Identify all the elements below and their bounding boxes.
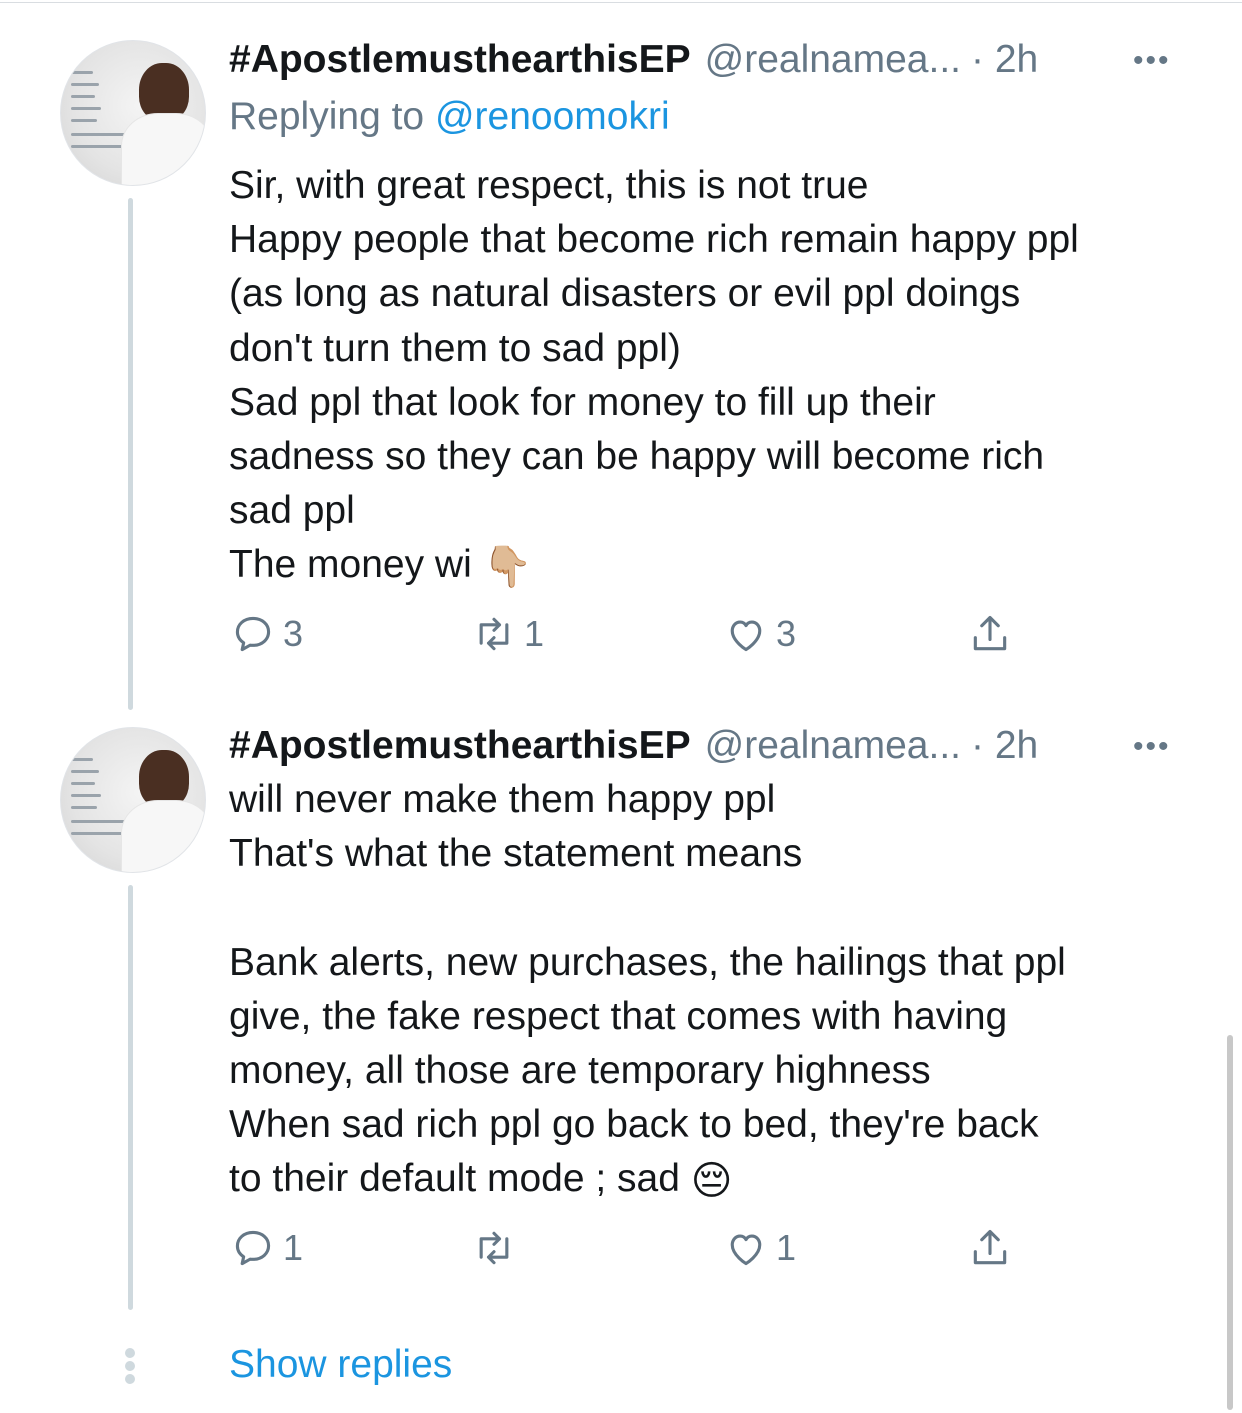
- display-name[interactable]: #ApostlemusthearthisEP: [229, 724, 691, 768]
- replying-to-prefix: Replying to: [229, 95, 435, 138]
- like-icon: [730, 620, 762, 652]
- show-replies-link[interactable]: Show replies: [229, 1343, 452, 1387]
- retweet-count: 1: [524, 613, 545, 654]
- like-button[interactable]: 1: [722, 1226, 796, 1270]
- reply-count: 1: [283, 1227, 304, 1268]
- retweet-icon: [479, 1231, 509, 1265]
- like-button[interactable]: 3: [722, 612, 796, 656]
- tweet-header: #ApostlemusthearthisEP @realnamea... · 2…: [229, 38, 1038, 82]
- share-icon: [973, 615, 1007, 651]
- avatar[interactable]: [60, 40, 206, 186]
- share-icon: [973, 1229, 1007, 1265]
- tweet-header: #ApostlemusthearthisEP @realnamea... · 2…: [229, 724, 1038, 768]
- user-handle[interactable]: @realnamea...: [705, 38, 961, 82]
- like-count: 1: [776, 1227, 797, 1268]
- pointing-down-emoji: 👇🏼: [482, 545, 533, 590]
- reply-count: 3: [283, 613, 304, 654]
- thread-line: [128, 198, 133, 710]
- retweet-icon: [479, 617, 509, 651]
- tweet-text: will never make them happy ppl That's wh…: [229, 773, 1229, 1208]
- like-count: 3: [776, 613, 797, 654]
- scrollbar[interactable]: [1227, 1035, 1233, 1410]
- replying-to-handle[interactable]: @renoomokri: [435, 95, 670, 138]
- more-icon[interactable]: •••: [1133, 730, 1171, 764]
- tweet-body: will never make them happy ppl That's wh…: [229, 778, 1066, 1201]
- retweet-button[interactable]: [470, 1226, 524, 1270]
- share-button[interactable]: [966, 612, 1014, 656]
- top-divider: [0, 2, 1242, 3]
- reply-icon: [235, 1230, 271, 1266]
- replying-to: Replying to @renoomokri: [229, 95, 670, 139]
- share-button[interactable]: [966, 1226, 1014, 1270]
- thread-line: [128, 885, 133, 1310]
- more-icon[interactable]: •••: [1133, 44, 1171, 78]
- tweet-text: Sir, with great respect, this is not tru…: [229, 159, 1229, 594]
- reply-button[interactable]: 1: [229, 1226, 303, 1270]
- thread-dots-icon: [125, 1348, 137, 1388]
- timestamp[interactable]: · 2h: [971, 38, 1038, 82]
- display-name[interactable]: #ApostlemusthearthisEP: [229, 38, 691, 82]
- reply-icon: [235, 616, 271, 652]
- reply-button[interactable]: 3: [229, 612, 303, 656]
- retweet-button[interactable]: 1: [470, 612, 544, 656]
- tweet-body: Sir, with great respect, this is not tru…: [229, 164, 1079, 587]
- pensive-face-emoji: 😔: [690, 1159, 733, 1204]
- like-icon: [730, 1234, 762, 1266]
- avatar[interactable]: [60, 727, 206, 873]
- timestamp[interactable]: · 2h: [971, 724, 1038, 768]
- user-handle[interactable]: @realnamea...: [705, 724, 961, 768]
